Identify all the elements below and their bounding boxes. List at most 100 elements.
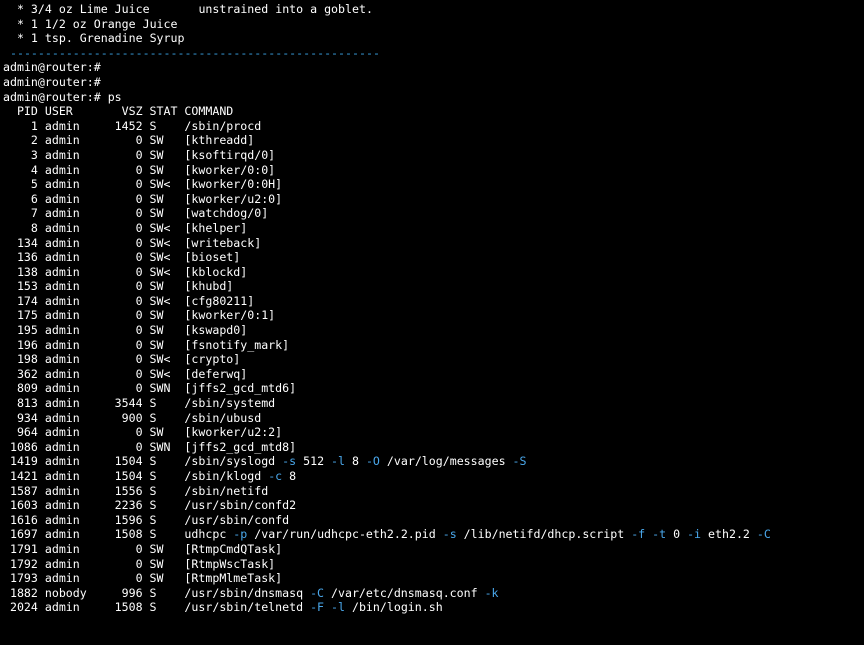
- process-vsz: 1504: [114, 454, 143, 469]
- process-row: 1697 admin 1508 Sudhcpc -p /var/run/udhcp…: [3, 527, 864, 542]
- process-stat: S: [149, 512, 157, 527]
- process-user: admin: [44, 133, 80, 148]
- process-vsz: 900: [121, 410, 143, 425]
- command-text: [jffs2_gcd_mtd8]: [184, 439, 297, 454]
- command-text: /lib/netifd/dhcp.script: [456, 527, 632, 542]
- process-stat: S: [149, 454, 157, 469]
- command-flag: -C: [310, 585, 325, 600]
- process-user: admin: [44, 206, 80, 221]
- process-user: admin: [44, 323, 80, 338]
- recipe-line-2: * 1 1/2 oz Orange Juice: [3, 16, 178, 31]
- process-command: /sbin/systemd: [184, 396, 275, 410]
- process-command: [watchdog/0]: [184, 206, 268, 220]
- process-vsz: 0: [135, 571, 143, 586]
- process-row: 1419 admin 1504 S/sbin/syslogd -s 512 -l …: [3, 454, 864, 469]
- process-user: admin: [44, 235, 80, 250]
- process-vsz: 1452: [114, 118, 143, 133]
- header-command: COMMAND: [184, 104, 234, 119]
- process-vsz: 0: [135, 352, 143, 367]
- command-text: /usr/sbin/confd: [184, 512, 290, 527]
- process-user: admin: [44, 527, 80, 542]
- process-pid: 8: [30, 220, 38, 235]
- process-vsz: 0: [135, 425, 143, 440]
- process-command: [RtmpMlmeTask]: [184, 571, 282, 585]
- process-vsz: 0: [135, 337, 143, 352]
- command-text: [fsnotify_mark]: [184, 337, 290, 352]
- command-text: eth2.2: [701, 527, 757, 542]
- recipe-line-3: * 1 tsp. Grenadine Syrup: [3, 31, 185, 46]
- process-command: [crypto]: [184, 352, 240, 366]
- process-command: /sbin/netifd: [184, 484, 268, 498]
- command-text: udhcpc: [184, 527, 234, 542]
- process-row: 813 admin 3544 S/sbin/systemd: [3, 396, 864, 411]
- process-row: 6 admin 0 SW [kworker/u2:0]: [3, 192, 864, 207]
- process-row: 1 admin 1452 S/sbin/procd: [3, 119, 864, 134]
- process-row: 362 admin 0 SW< [deferwq]: [3, 367, 864, 382]
- process-stat: SW<: [149, 293, 171, 308]
- process-user: admin: [44, 541, 80, 556]
- process-row: 964 admin 0 SW [kworker/u2:2]: [3, 425, 864, 440]
- process-command: [kworker/0:0]: [184, 163, 275, 177]
- command-text: [324, 600, 331, 614]
- process-user: admin: [44, 498, 80, 513]
- process-user: admin: [44, 308, 80, 323]
- command-flag: -F: [310, 600, 325, 615]
- process-command: /usr/sbin/confd2: [184, 498, 296, 512]
- process-pid: 1792: [9, 556, 38, 571]
- process-stat: SW: [149, 323, 164, 338]
- command-flag: -s: [442, 527, 457, 542]
- process-row: 1086 admin 0 SWN [jffs2_gcd_mtd8]: [3, 440, 864, 455]
- process-stat: SW<: [149, 220, 171, 235]
- process-stat: S: [149, 483, 157, 498]
- process-row: 8 admin 0 SW< [khelper]: [3, 221, 864, 236]
- command-text: [jffs2_gcd_mtd6]: [184, 381, 297, 396]
- command-text: [khubd]: [184, 279, 234, 294]
- process-stat: S: [149, 498, 157, 513]
- process-row: 1603 admin 2236 S/usr/sbin/confd2: [3, 498, 864, 513]
- process-user: admin: [44, 250, 80, 265]
- process-pid: 934: [16, 410, 38, 425]
- process-command: [deferwq]: [184, 367, 247, 381]
- command-text: [kblockd]: [184, 264, 248, 279]
- process-stat: SW<: [149, 250, 171, 265]
- process-vsz: 0: [135, 191, 143, 206]
- process-user: admin: [44, 556, 80, 571]
- process-user: admin: [44, 483, 80, 498]
- process-row: 2024 admin 1508 S/usr/sbin/telnetd -F -l …: [3, 600, 864, 615]
- separator-line: ----------------------------------------…: [3, 45, 380, 60]
- process-user: admin: [44, 381, 80, 396]
- process-row: 1793 admin 0 SW [RtmpMlmeTask]: [3, 571, 864, 586]
- process-command: [RtmpWscTask]: [184, 557, 275, 571]
- process-row: 195 admin 0 SW [kswapd0]: [3, 323, 864, 338]
- process-command: [kworker/0:0H]: [184, 177, 282, 191]
- prompt-line-ps: admin@router:# ps: [3, 89, 122, 104]
- process-vsz: 0: [135, 279, 143, 294]
- process-vsz: 1556: [114, 483, 143, 498]
- command-flag: -s: [282, 454, 297, 469]
- process-user: admin: [44, 337, 80, 352]
- process-row: 198 admin 0 SW< [crypto]: [3, 352, 864, 367]
- process-vsz: 0: [135, 439, 143, 454]
- process-vsz: 1508: [114, 600, 143, 615]
- process-row: 134 admin 0 SW< [writeback]: [3, 236, 864, 251]
- process-stat: SW: [149, 279, 164, 294]
- process-command: [RtmpCmdQTask]: [184, 542, 282, 556]
- process-pid: 7: [30, 206, 38, 221]
- command-text: [RtmpMlmeTask]: [184, 571, 283, 586]
- process-user: admin: [44, 512, 80, 527]
- recipe-line-1: * 3/4 oz Lime Juice unstrained into a go…: [3, 2, 373, 16]
- process-command: [kworker/0:1]: [184, 308, 275, 322]
- command-flag: -k: [484, 585, 499, 600]
- process-pid: 5: [30, 177, 38, 192]
- process-stat: SW: [149, 206, 164, 221]
- command-text: [kthreadd]: [184, 133, 255, 148]
- command-text: 512: [296, 454, 332, 469]
- process-vsz: 0: [135, 308, 143, 323]
- command-text: [RtmpWscTask]: [184, 556, 276, 571]
- process-row: 1791 admin 0 SW [RtmpCmdQTask]: [3, 542, 864, 557]
- process-pid: 153: [16, 279, 38, 294]
- terminal-window[interactable]: * 3/4 oz Lime Juice unstrained into a go…: [0, 0, 864, 645]
- process-pid: 198: [16, 352, 38, 367]
- process-stat: SWN: [149, 439, 171, 454]
- process-command: [bioset]: [184, 250, 240, 264]
